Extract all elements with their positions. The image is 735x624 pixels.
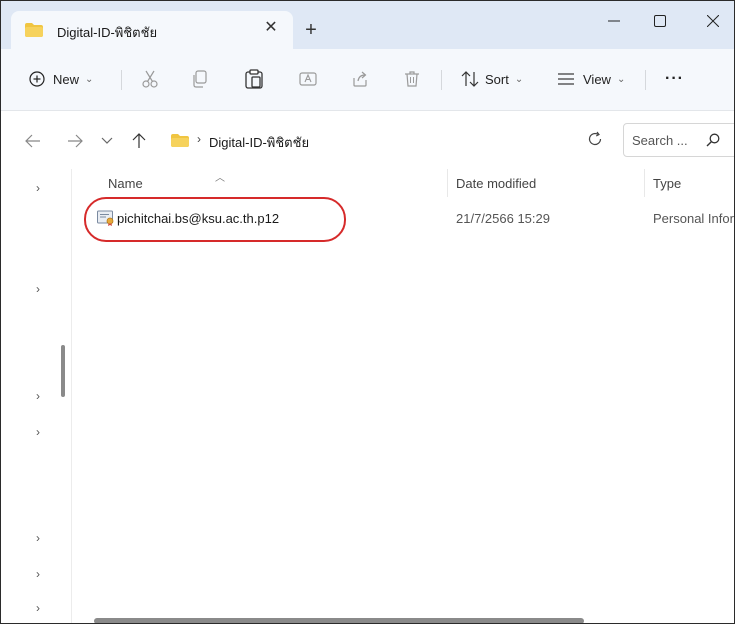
breadcrumb-separator: › (197, 132, 201, 146)
paste-icon (245, 69, 263, 89)
up-button[interactable] (127, 129, 151, 153)
back-button[interactable] (21, 129, 45, 153)
nav-expand-chevron[interactable]: › (31, 531, 45, 545)
back-icon (25, 134, 40, 148)
nav-expand-chevron[interactable]: › (31, 181, 45, 195)
copy-button[interactable] (191, 63, 209, 95)
column-separator[interactable] (447, 169, 448, 197)
more-icon[interactable]: ··· (665, 63, 684, 95)
file-name[interactable]: pichitchai.bs@ksu.ac.th.p12 (117, 211, 279, 226)
file-explorer-window: Digital-ID-พิชิตชัย ✕ + New ⌄ Sort ⌄ Vie… (0, 0, 735, 624)
refresh-icon (588, 131, 602, 146)
file-row[interactable]: pichitchai.bs@ksu.ac.th.p12 21/7/2566 15… (87, 201, 734, 235)
title-bar: Digital-ID-พิชิตชัย ✕ + (1, 1, 734, 49)
copy-icon (191, 70, 209, 88)
paste-button[interactable] (245, 63, 263, 95)
refresh-button[interactable] (585, 129, 605, 149)
forward-icon (68, 134, 83, 148)
pane-divider (71, 169, 72, 623)
maximize-icon (654, 15, 666, 27)
file-date-modified: 21/7/2566 15:29 (456, 211, 550, 226)
nav-expand-chevron[interactable]: › (31, 567, 45, 581)
chevron-down-icon: ⌄ (514, 73, 524, 85)
search-icon (706, 133, 720, 150)
sort-ascending-indicator: ︿ (215, 173, 225, 184)
nav-pane-scrollbar[interactable] (61, 345, 65, 397)
plus-circle-icon (29, 71, 45, 87)
command-bar: New ⌄ Sort ⌄ View ⌄ ··· (1, 49, 734, 111)
navigation-pane: › › › › › › › (1, 169, 71, 623)
new-button[interactable]: New ⌄ (29, 63, 93, 95)
search-box[interactable]: Search ... (623, 123, 734, 157)
new-tab-button[interactable]: + (299, 18, 323, 42)
forward-button[interactable] (63, 129, 87, 153)
chevron-down-icon: ⌄ (85, 73, 94, 85)
search-input[interactable]: Search ... (632, 133, 688, 148)
close-icon (707, 15, 719, 27)
divider (121, 70, 122, 90)
file-type: Personal Information Exchange (653, 211, 734, 226)
column-headers: ︿ Name Date modified Type (72, 169, 734, 197)
nav-expand-chevron[interactable]: › (31, 389, 45, 403)
delete-button[interactable] (403, 63, 421, 95)
recent-icon (101, 137, 113, 144)
view-icon (557, 72, 575, 86)
rename-button[interactable] (299, 63, 317, 95)
nav-expand-chevron[interactable]: › (31, 425, 45, 439)
delete-icon (403, 70, 421, 88)
sort-button[interactable]: Sort ⌄ (461, 63, 523, 95)
cut-button[interactable] (141, 63, 159, 95)
nav-expand-chevron[interactable]: › (31, 601, 45, 615)
maximize-button[interactable] (637, 1, 683, 41)
minimize-icon (608, 20, 620, 22)
column-separator[interactable] (644, 169, 645, 197)
up-icon (132, 133, 146, 148)
recent-locations-button[interactable] (95, 129, 119, 153)
tab-title: Digital-ID-พิชิตชัย (57, 25, 158, 40)
close-tab-icon[interactable]: ✕ (261, 18, 281, 38)
certificate-file-icon (97, 210, 115, 229)
column-name[interactable]: Name (108, 176, 143, 191)
close-window-button[interactable] (690, 1, 734, 41)
divider (645, 70, 646, 90)
new-label: New (53, 71, 80, 87)
share-button[interactable] (351, 63, 369, 95)
tab-digital-id[interactable]: Digital-ID-พิชิตชัย ✕ (11, 11, 293, 49)
divider (441, 70, 442, 90)
sort-label: Sort (485, 71, 509, 87)
column-date-modified[interactable]: Date modified (456, 176, 536, 191)
column-type[interactable]: Type (653, 176, 681, 191)
folder-icon (171, 134, 189, 150)
nav-expand-chevron[interactable]: › (31, 282, 45, 296)
sort-icon (461, 71, 479, 87)
share-icon (351, 70, 369, 88)
rename-icon (299, 70, 317, 88)
minimize-button[interactable] (591, 1, 637, 41)
breadcrumb-folder[interactable]: Digital-ID-พิชิตชัย (209, 132, 309, 153)
view-button[interactable]: View ⌄ (557, 63, 625, 95)
horizontal-scrollbar[interactable] (94, 618, 584, 623)
chevron-down-icon: ⌄ (616, 73, 626, 85)
address-field[interactable]: › Digital-ID-พิชิตชัย ⌄ (161, 123, 718, 157)
cut-icon (141, 70, 159, 88)
view-label: View (583, 71, 611, 87)
folder-icon (25, 23, 43, 40)
